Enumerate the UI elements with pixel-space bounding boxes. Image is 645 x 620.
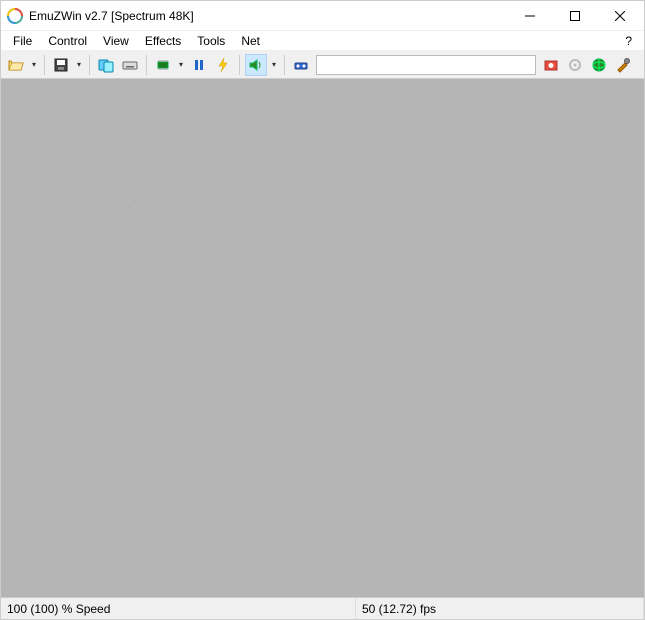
menu-net[interactable]: Net	[233, 32, 268, 50]
minimize-button[interactable]	[507, 2, 552, 30]
menu-file[interactable]: File	[5, 32, 40, 50]
sound-button[interactable]	[245, 54, 267, 76]
chip-dropdown[interactable]: ▾	[176, 54, 186, 76]
menu-control[interactable]: Control	[40, 32, 95, 50]
menubar: File Control View Effects Tools Net ?	[1, 31, 644, 51]
toolbar: ▾ ▾ ▾	[1, 51, 644, 79]
status-speed: 100 (100) % Speed	[1, 598, 356, 619]
open-button[interactable]	[5, 54, 27, 76]
tools-button[interactable]	[612, 54, 634, 76]
window-controls	[507, 2, 642, 30]
toolbar-input[interactable]	[316, 55, 536, 75]
globe-button[interactable]	[588, 54, 610, 76]
statusbar: 100 (100) % Speed 50 (12.72) fps	[1, 597, 644, 619]
cog-button[interactable]	[564, 54, 586, 76]
screenshot-button[interactable]	[540, 54, 562, 76]
status-fps: 50 (12.72) fps	[356, 598, 644, 619]
menu-view[interactable]: View	[95, 32, 137, 50]
menu-effects[interactable]: Effects	[137, 32, 189, 50]
save-button[interactable]	[50, 54, 72, 76]
speed-button[interactable]	[212, 54, 234, 76]
emulator-screen[interactable]	[1, 79, 644, 597]
maximize-button[interactable]	[552, 2, 597, 30]
titlebar: EmuZWin v2.7 [Spectrum 48K]	[1, 1, 644, 31]
pause-button[interactable]	[188, 54, 210, 76]
keyboard-button[interactable]	[119, 54, 141, 76]
starburst-graphic	[129, 207, 130, 208]
open-dropdown[interactable]: ▾	[29, 54, 39, 76]
menu-help[interactable]: ?	[617, 32, 640, 50]
save-dropdown[interactable]: ▾	[74, 54, 84, 76]
sound-dropdown[interactable]: ▾	[269, 54, 279, 76]
chip-button[interactable]	[152, 54, 174, 76]
record-button[interactable]	[290, 54, 312, 76]
window-title: EmuZWin v2.7 [Spectrum 48K]	[29, 9, 507, 23]
app-icon	[7, 8, 23, 24]
menu-tools[interactable]: Tools	[189, 32, 233, 50]
close-button[interactable]	[597, 2, 642, 30]
tape-button[interactable]	[95, 54, 117, 76]
